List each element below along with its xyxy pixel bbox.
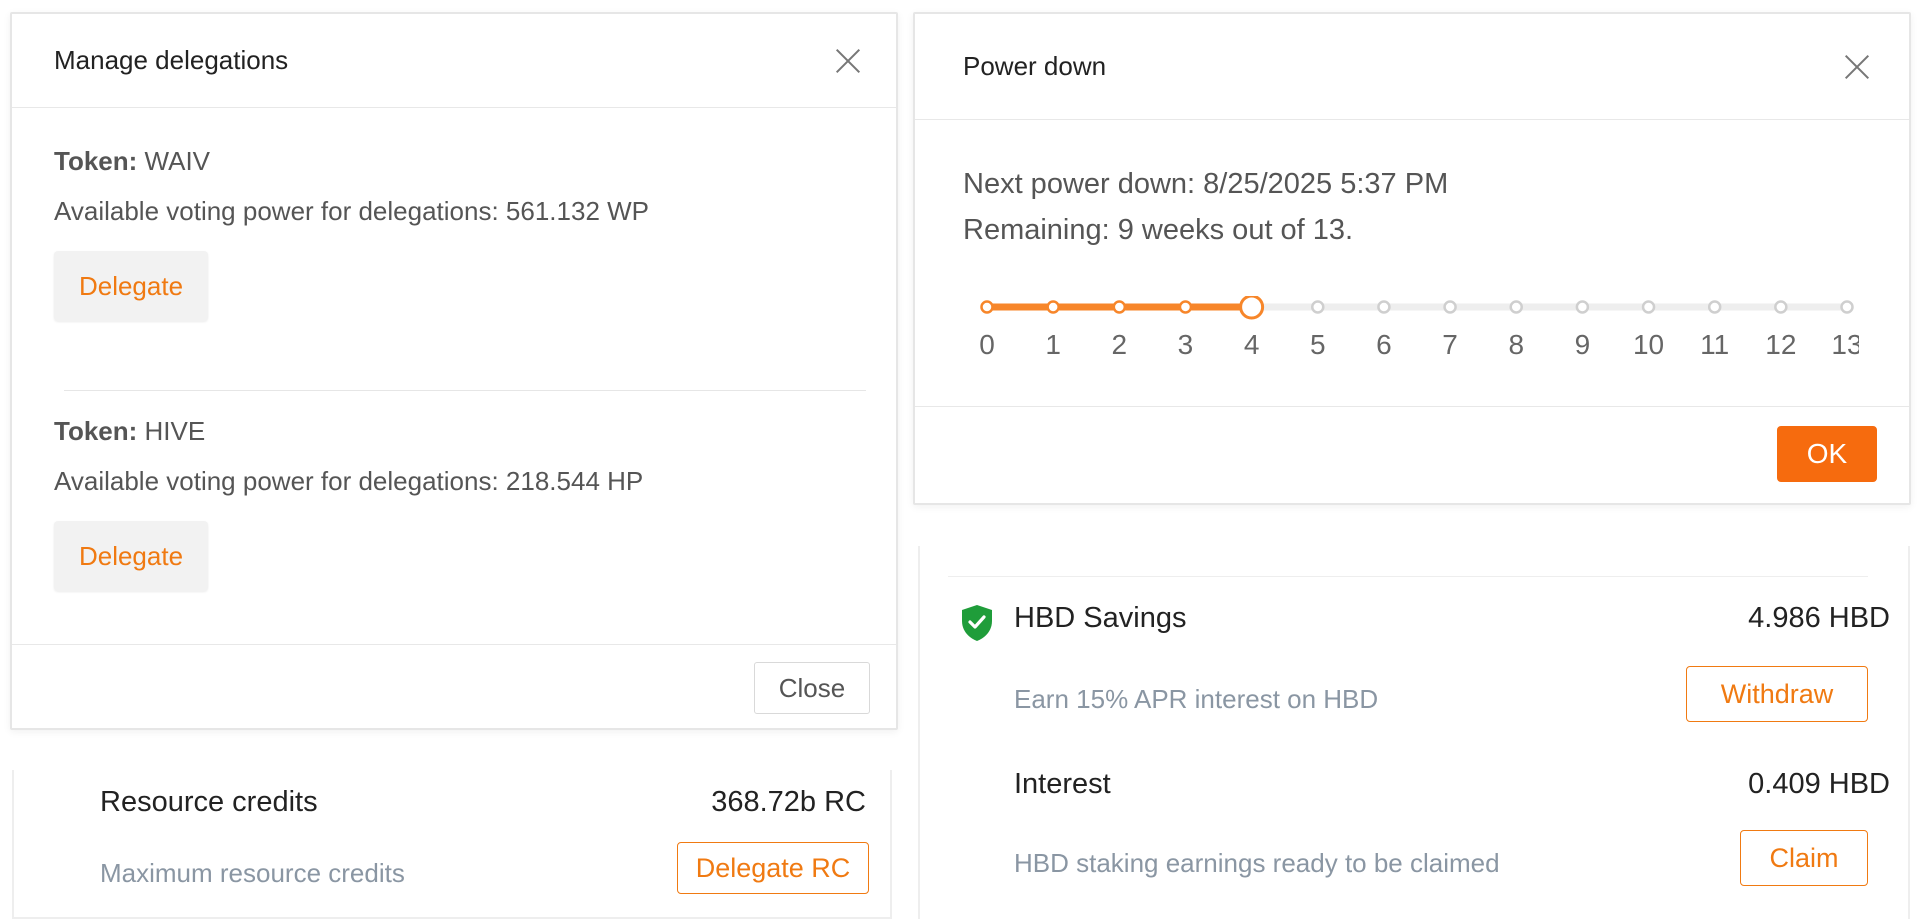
resource-credits-value: 368.72b RC xyxy=(711,786,866,818)
next-power-down-text: Next power down: 8/25/2025 5:37 PM xyxy=(963,168,1449,200)
hbd-savings-panel: HBD Savings 4.986 HBD Earn 15% APR inter… xyxy=(918,546,1910,919)
claim-button[interactable]: Claim xyxy=(1740,830,1868,886)
slider-step-label: 12 xyxy=(1765,329,1796,360)
slider-step-label: 4 xyxy=(1244,329,1260,360)
token-label: Token: xyxy=(54,146,138,176)
slider-step-label: 11 xyxy=(1700,329,1729,360)
footer-divider xyxy=(915,406,1909,407)
remaining-text: Remaining: 9 weeks out of 13. xyxy=(963,214,1354,246)
manage-delegations-modal: Manage delegations Token: WAIV Available… xyxy=(10,12,898,730)
slider-step-dot xyxy=(1046,300,1060,314)
modal-header: Manage delegations xyxy=(12,14,896,108)
interest-title: Interest xyxy=(1014,768,1111,800)
ok-button[interactable]: OK xyxy=(1777,426,1877,482)
interest-subtitle: HBD staking earnings ready to be claimed xyxy=(1014,848,1500,878)
resource-credits-title: Resource credits xyxy=(100,786,318,818)
resource-credits-panel: Resource credits 368.72b RC Maximum reso… xyxy=(12,770,892,919)
slider-step-label: 7 xyxy=(1442,329,1458,360)
interest-value: 0.409 HBD xyxy=(1748,768,1890,800)
slider-step-dot xyxy=(1311,300,1325,314)
delegate-button-hive[interactable]: Delegate xyxy=(54,521,208,591)
hbd-savings-value: 4.986 HBD xyxy=(1748,602,1890,634)
slider-step-label: 10 xyxy=(1633,329,1664,360)
divider xyxy=(948,576,1868,577)
slider-step-dot xyxy=(1707,300,1722,314)
close-button[interactable]: Close xyxy=(754,662,870,714)
slider-step-label: 2 xyxy=(1112,329,1128,360)
slider-step-dot xyxy=(1641,300,1656,314)
slider-step-dot xyxy=(1575,300,1590,314)
slider-step-dot xyxy=(1774,300,1788,314)
resource-credits-subtitle: Maximum resource credits xyxy=(100,858,405,888)
power-down-modal: Power down Next power down: 8/25/2025 5:… xyxy=(913,12,1911,505)
token-line: Token: HIVE xyxy=(54,416,205,447)
hbd-savings-subtitle: Earn 15% APR interest on HBD xyxy=(1014,684,1379,714)
slider-step-dot xyxy=(1840,300,1854,314)
token-section-waiv: Token: WAIV Available voting power for d… xyxy=(54,108,854,378)
slider-step-label: 3 xyxy=(1178,329,1194,360)
slider-step-dot xyxy=(1112,300,1127,314)
slider-step-label: 8 xyxy=(1508,329,1524,360)
modal-header: Power down xyxy=(915,14,1909,120)
delegations-body: Token: WAIV Available voting power for d… xyxy=(12,108,896,378)
token-line: Token: WAIV xyxy=(54,146,210,177)
delegations-body-2: Token: HIVE Available voting power for d… xyxy=(12,378,896,648)
delegate-button-waiv[interactable]: Delegate xyxy=(54,251,208,321)
hbd-savings-title: HBD Savings xyxy=(1014,602,1187,634)
slider-step-label: 0 xyxy=(979,329,995,360)
slider-step-label: 6 xyxy=(1376,329,1392,360)
token-label: Token: xyxy=(54,416,138,446)
withdraw-button[interactable]: Withdraw xyxy=(1686,666,1868,722)
slider-step-dot xyxy=(1178,300,1193,314)
token-name: HIVE xyxy=(144,416,206,446)
slider-step-dot xyxy=(980,300,994,314)
modal-title: Manage delegations xyxy=(54,45,289,75)
close-icon[interactable] xyxy=(1843,53,1871,81)
token-name: WAIV xyxy=(144,146,211,176)
available-power-text: Available voting power for delegations: … xyxy=(54,466,644,496)
slider-step-label: 1 xyxy=(1045,329,1061,360)
token-section-hive: Token: HIVE Available voting power for d… xyxy=(54,378,854,648)
slider-step-dot xyxy=(1509,300,1523,314)
close-icon[interactable] xyxy=(834,47,862,75)
delegate-rc-button[interactable]: Delegate RC xyxy=(677,842,869,894)
slider-step-label: 13 xyxy=(1831,329,1859,360)
modal-title: Power down xyxy=(963,51,1107,81)
shield-check-icon xyxy=(962,605,992,641)
slider-step-dot xyxy=(1377,300,1391,314)
available-power-text: Available voting power for delegations: … xyxy=(54,196,650,226)
slider-step-label: 9 xyxy=(1575,329,1591,360)
power-down-progress-slider[interactable]: 0 1 2 3 4 5 6 7 8 9 10 11 12 13 xyxy=(975,296,1859,366)
footer-divider xyxy=(12,644,896,645)
slider-handle xyxy=(1239,296,1265,320)
slider-step-label: 5 xyxy=(1310,329,1326,360)
slider-step-dot xyxy=(1443,300,1457,314)
